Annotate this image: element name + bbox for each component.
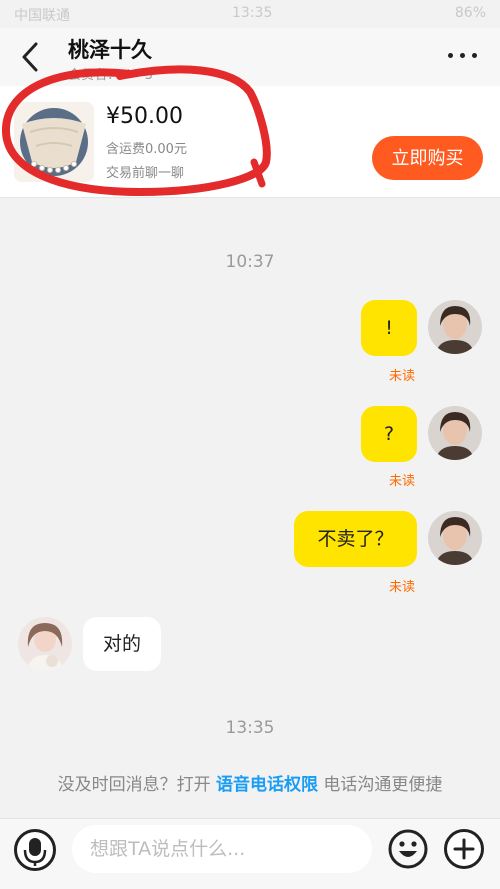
- seller-avatar[interactable]: [18, 617, 72, 671]
- product-card[interactable]: ¥50.00 含运费0.00元 交易前聊一聊 立即购买: [0, 86, 500, 198]
- carrier-label: 中国联通: [14, 8, 70, 24]
- shipping-info: 含运费0.00元: [106, 142, 187, 157]
- battery-level: 86%: [454, 5, 486, 21]
- chevron-left-icon[interactable]: [16, 40, 46, 74]
- chat-title: 桃泽十久: [68, 38, 152, 62]
- unread-status: 未读: [389, 369, 416, 384]
- smiley-icon[interactable]: [388, 829, 428, 869]
- buy-now-button[interactable]: 立即购买: [372, 136, 483, 180]
- more-dots-icon[interactable]: [446, 42, 480, 68]
- voice-permission-tip: 没及时回消息？打开 语音电话权限 电话沟通更便捷: [0, 770, 500, 795]
- microphone-icon[interactable]: [14, 829, 56, 871]
- product-thumbnail[interactable]: [14, 102, 94, 182]
- plus-icon[interactable]: [444, 829, 484, 869]
- incoming-message[interactable]: 对的: [83, 617, 161, 671]
- member-name: 会员名：t***3: [68, 68, 153, 83]
- outgoing-message[interactable]: ?: [361, 406, 417, 462]
- outgoing-message[interactable]: 不卖了？: [294, 511, 417, 567]
- tip-prefix: 没及时回消息？打开: [57, 775, 216, 795]
- status-time: 13:35: [232, 5, 273, 21]
- outgoing-message[interactable]: !: [361, 300, 417, 356]
- chat-header: 桃泽十久 会员名：t***3: [0, 28, 500, 86]
- message-timestamp: 13:35: [225, 718, 275, 738]
- product-price: ¥50.00: [106, 104, 183, 129]
- tip-suffix: 电话沟通更便捷: [318, 775, 443, 795]
- unread-status: 未读: [389, 474, 416, 489]
- unread-status: 未读: [389, 580, 416, 595]
- input-bar: [0, 818, 500, 889]
- my-avatar[interactable]: [428, 406, 482, 460]
- message-input[interactable]: [72, 825, 372, 873]
- message-timestamp: 10:37: [225, 252, 275, 272]
- voice-permission-link[interactable]: 语音电话权限: [216, 775, 318, 795]
- my-avatar[interactable]: [428, 300, 482, 354]
- status-bar: 中国联通 13:35 86%: [0, 0, 500, 28]
- my-avatar[interactable]: [428, 511, 482, 565]
- trade-note: 交易前聊一聊: [106, 166, 185, 181]
